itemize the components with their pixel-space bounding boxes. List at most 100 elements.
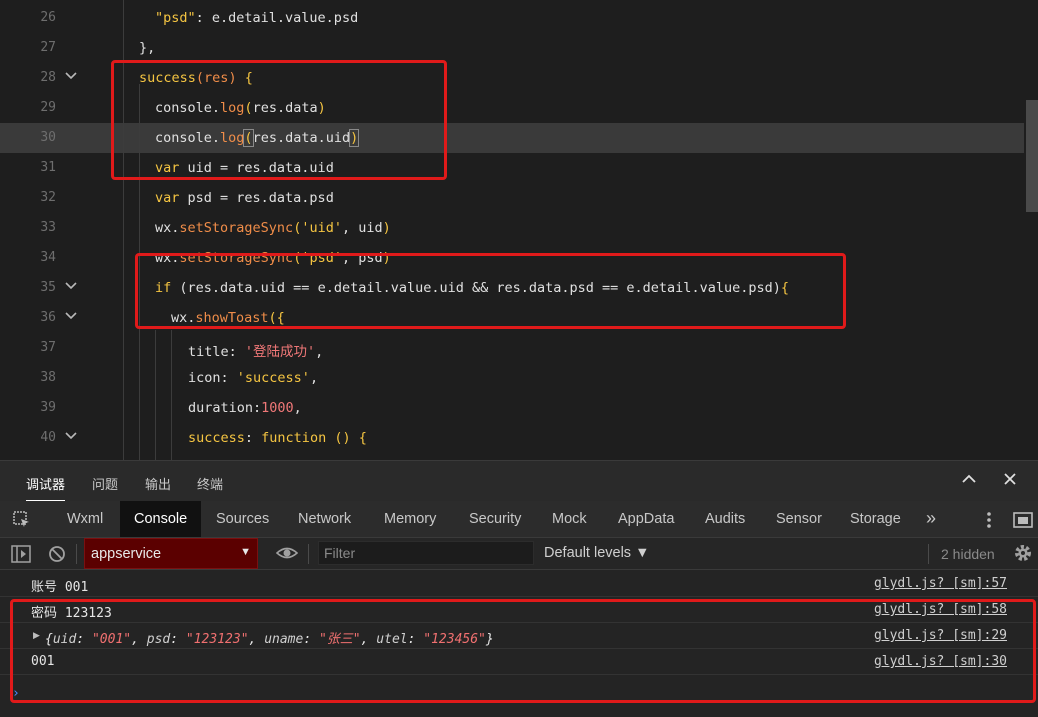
collapse-up-icon[interactable]	[961, 471, 977, 492]
line-number: 32	[40, 190, 56, 205]
code-token: setStorageSync	[179, 220, 294, 236]
code-token: ({	[268, 310, 285, 326]
console-prompt[interactable]: ›	[12, 686, 20, 701]
object-value: "123456"	[423, 632, 486, 647]
live-expression-eye-icon[interactable]	[275, 543, 299, 563]
code-text: success(res) {	[139, 70, 253, 86]
tab-storage[interactable]: Storage	[838, 501, 913, 537]
code-token: log	[220, 100, 245, 116]
show-sidebar-icon[interactable]	[11, 544, 31, 564]
gear-icon[interactable]	[1013, 543, 1033, 563]
code-line[interactable]: 27},	[0, 33, 1024, 63]
code-token: },	[139, 40, 156, 56]
code-line[interactable]: 28 success(res) {	[0, 63, 1024, 93]
code-token: res	[204, 70, 229, 86]
tab-console[interactable]: Console	[120, 501, 202, 537]
line-number: 29	[40, 100, 56, 115]
dock-side-icon[interactable]	[1012, 510, 1034, 535]
code-token: res.data.uid	[252, 130, 351, 146]
tab-audits[interactable]: Audits	[693, 501, 757, 537]
tab-network[interactable]: Network	[286, 501, 363, 537]
toolbar-divider	[76, 544, 77, 564]
code-line[interactable]: 30 console.log(res.data.uid)	[0, 123, 1024, 153]
console-message-source-link[interactable]: glydl.js? [sm]:57	[874, 576, 1007, 591]
fold-chevron-icon[interactable]	[64, 429, 80, 445]
code-token: wx.	[155, 220, 180, 236]
code-text: wx.showToast({	[171, 310, 285, 326]
context-select[interactable]: appservice ▼	[84, 538, 258, 569]
code-token: , uid	[341, 220, 383, 236]
code-token: success	[188, 430, 245, 446]
code-editor[interactable]: 26 "psd": e.detail.value.psd 27}, 28 success…	[0, 0, 1038, 460]
code-token: ,	[315, 344, 324, 360]
line-number: 30	[40, 130, 56, 145]
tab-mock[interactable]: Mock	[540, 501, 599, 537]
object-key: uid	[52, 632, 77, 647]
code-line[interactable]: 32 var psd = res.data.psd	[0, 183, 1024, 213]
code-line[interactable]: 29 console.log(res.data)	[0, 93, 1024, 123]
code-token: )	[382, 250, 391, 266]
more-options-icon[interactable]	[981, 510, 997, 535]
code-token: )	[382, 220, 391, 236]
fold-chevron-icon[interactable]	[64, 69, 80, 85]
log-levels-dropdown[interactable]: Default levels ▼	[544, 545, 649, 561]
close-icon[interactable]	[1002, 471, 1018, 492]
expand-triangle-icon[interactable]: ▶	[33, 630, 40, 641]
tab-appdata[interactable]: AppData	[606, 501, 686, 537]
inspect-element-icon[interactable]	[12, 510, 32, 535]
object-key: uname	[264, 632, 304, 647]
code-token: (	[195, 70, 205, 86]
more-tabs-icon[interactable]: »	[918, 501, 936, 537]
code-line[interactable]: 39 duration:1000,	[0, 393, 1024, 423]
tab-sources[interactable]: Sources	[204, 501, 281, 537]
code-line[interactable]: 33 wx.setStorageSync('uid', uid)	[0, 213, 1024, 243]
toolbar-divider	[928, 544, 929, 564]
code-text: success: function () {	[188, 430, 367, 446]
console-output[interactable]: 账号 001 glydl.js? [sm]:57 密码 123123 glydl…	[0, 571, 1038, 717]
code-text: console.log(res.data.uid)	[155, 129, 360, 147]
line-number: 36	[40, 310, 56, 325]
code-text: icon: 'success',	[188, 370, 318, 386]
line-number: 34	[40, 250, 56, 265]
code-token: showToast	[195, 310, 269, 326]
console-message-source-link[interactable]: glydl.js? [sm]:58	[874, 602, 1007, 617]
top-tab-problems[interactable]: 问题	[92, 474, 118, 493]
object-key: psd	[146, 632, 171, 647]
code-token: () {	[326, 430, 367, 446]
editor-scrollbar[interactable]	[1026, 100, 1038, 212]
code-line[interactable]: 34 wx.setStorageSync('psd', psd)	[0, 243, 1024, 273]
code-line[interactable]: 36 wx.showToast({	[0, 303, 1024, 333]
object-value: "001"	[91, 632, 132, 647]
toolbar-divider	[308, 544, 309, 564]
code-token: (	[244, 100, 253, 116]
code-token: {	[236, 70, 253, 86]
console-object-preview: {uid: "001", psd: "123123", uname: "张三",…	[45, 632, 494, 647]
code-line[interactable]: 35 if (res.data.uid == e.detail.value.uid…	[0, 273, 1024, 303]
code-token: 'success'	[236, 370, 310, 386]
code-text: var psd = res.data.psd	[155, 190, 334, 206]
code-line[interactable]: 37 title: '登陆成功',	[0, 333, 1024, 363]
fold-chevron-icon[interactable]	[64, 309, 80, 325]
code-token: 'psd'	[301, 250, 342, 266]
code-token: (res.data.uid == e.detail.value.uid && r…	[171, 280, 781, 296]
code-line[interactable]: 38 icon: 'success',	[0, 363, 1024, 393]
code-line[interactable]: 40 success: function () {	[0, 423, 1024, 453]
fold-chevron-icon[interactable]	[64, 279, 80, 295]
top-tab-debugger[interactable]: 调试器	[26, 474, 66, 502]
console-message-source-link[interactable]: glydl.js? [sm]:30	[874, 654, 1007, 669]
tab-wxml[interactable]: Wxml	[55, 501, 115, 537]
top-tab-output[interactable]: 输出	[145, 474, 171, 493]
console-message-object[interactable]: ▶ {uid: "001", psd: "123123", uname: "张三…	[0, 623, 1038, 649]
code-token: var	[155, 190, 180, 206]
code-line[interactable]: 31 var uid = res.data.uid	[0, 153, 1024, 183]
filter-input[interactable]	[318, 541, 534, 565]
tab-memory[interactable]: Memory	[372, 501, 448, 537]
console-message-source-link[interactable]: glydl.js? [sm]:29	[874, 628, 1007, 643]
code-line[interactable]: 26 "psd": e.detail.value.psd	[0, 3, 1024, 33]
code-token: )	[228, 70, 237, 86]
context-select-value: appservice	[91, 546, 162, 562]
clear-console-icon[interactable]	[47, 544, 67, 564]
tab-sensor[interactable]: Sensor	[764, 501, 834, 537]
tab-security[interactable]: Security	[457, 501, 533, 537]
top-tab-terminal[interactable]: 终端	[197, 474, 223, 493]
